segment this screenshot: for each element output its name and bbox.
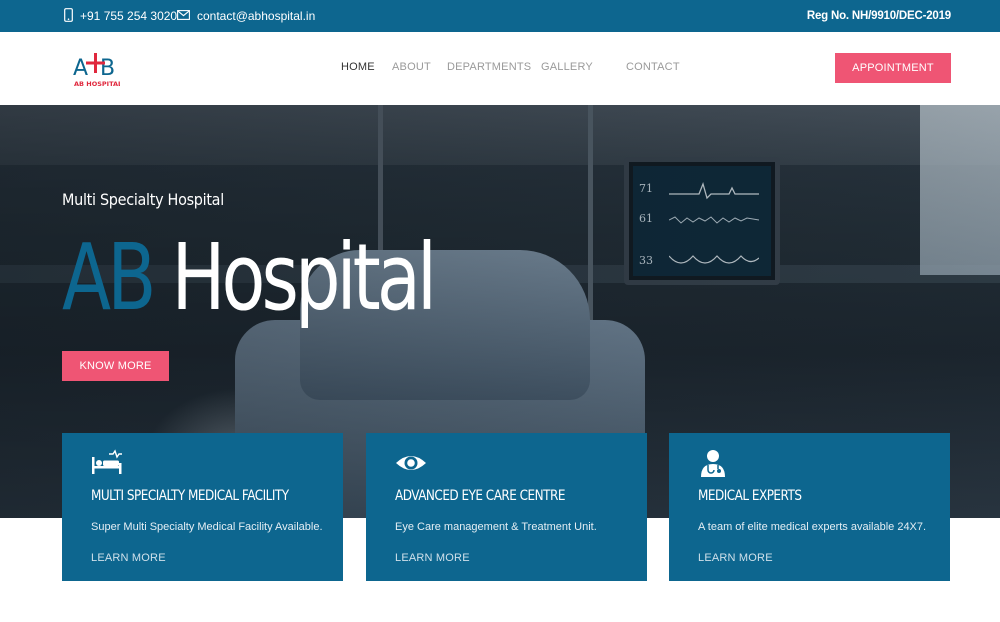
email-address: contact@abhospital.in [197,9,316,23]
feature-card-eye-care: ADVANCED EYE CARE CENTRE Eye Care manage… [366,433,647,581]
registration-number: Reg No. NH/9910/DEC-2019 [806,10,951,22]
nav-departments[interactable]: DEPARTMENTS [447,61,531,73]
feature-title: ADVANCED EYE CARE CENTRE [395,488,565,504]
nav-gallery[interactable]: GALLERY [541,61,593,73]
appointment-button[interactable]: APPOINTMENT [835,53,951,83]
top-bar: +91 755 254 3020 contact@abhospital.in R… [0,0,1000,32]
phone-number: +91 755 254 3020 [80,9,178,23]
phone-icon [64,7,73,25]
feature-text: Super Multi Specialty Medical Facility A… [91,521,323,533]
nav-about[interactable]: ABOUT [392,61,431,73]
feature-text: Eye Care management & Treatment Unit. [395,521,597,533]
feature-card-experts: MEDICAL EXPERTS A team of elite medical … [669,433,950,581]
hospital-bed-icon [91,449,123,477]
feature-title: MEDICAL EXPERTS [698,488,802,504]
svg-text:AB HOSPITAL: AB HOSPITAL [74,80,120,88]
learn-more-link[interactable]: LEARN MORE [698,552,773,564]
hero-subtitle: Multi Specialty Hospital [62,190,224,209]
feature-card-facility: MULTI SPECIALTY MEDICAL FACILITY Super M… [62,433,343,581]
envelope-icon [177,9,190,23]
email-contact[interactable]: contact@abhospital.in [177,0,315,32]
hospital-logo[interactable]: A B AB HOSPITAL [72,50,122,88]
learn-more-link[interactable]: LEARN MORE [395,552,470,564]
logo-mark-icon: A B AB HOSPITAL [73,53,122,88]
nav-contact[interactable]: CONTACT [626,61,680,73]
eye-icon [395,449,427,477]
svg-text:B: B [100,56,115,81]
hero-title: AB Hospital [62,224,437,331]
feature-text: A team of elite medical experts availabl… [698,521,927,533]
svg-text:A: A [73,56,88,81]
phone-contact[interactable]: +91 755 254 3020 [64,0,177,32]
feature-title: MULTI SPECIALTY MEDICAL FACILITY [91,488,289,504]
know-more-button[interactable]: KNOW MORE [62,351,169,381]
hero-title-rest: Hospital [171,224,436,331]
hero-title-highlight: AB [62,224,156,331]
doctor-icon [698,449,730,477]
learn-more-link[interactable]: LEARN MORE [91,552,166,564]
nav-home[interactable]: HOME [341,61,375,73]
